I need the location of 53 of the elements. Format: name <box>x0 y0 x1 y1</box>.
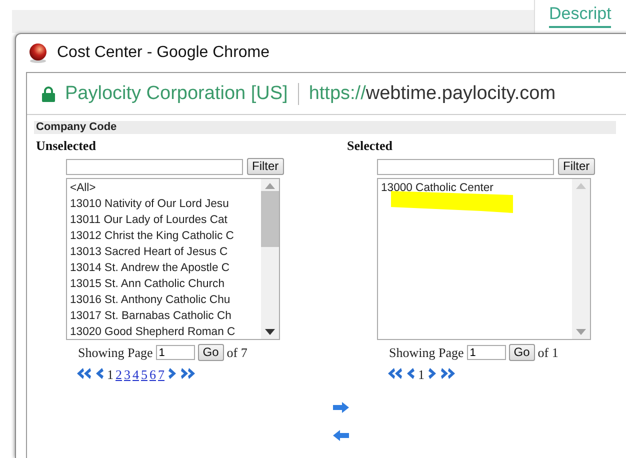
move-right-icon[interactable] <box>333 402 349 413</box>
page-link[interactable]: 1 <box>107 367 114 383</box>
page-count: of 1 <box>538 344 558 360</box>
list-option[interactable]: 13012 Christ the King Catholic C <box>70 228 234 244</box>
page-count: of 7 <box>226 344 248 360</box>
list-option[interactable]: 13020 Good Shepherd Roman C <box>70 324 236 339</box>
page-field[interactable]: 1 <box>466 345 506 360</box>
move-left-icon[interactable] <box>333 430 349 441</box>
last-page-icon[interactable] <box>180 368 196 378</box>
list-option[interactable]: 13014 St. Andrew the Apostle C <box>70 260 230 276</box>
filter-field[interactable] <box>66 158 243 174</box>
list-option[interactable]: <All> <box>70 180 96 196</box>
list-option[interactable]: 13011 Our Lady of Lourdes Cat <box>70 212 228 228</box>
go-button[interactable]: Go <box>508 344 535 361</box>
next-page-icon[interactable] <box>428 368 438 378</box>
url-text: https://webtime.paylocity.com <box>308 82 556 104</box>
page-link[interactable]: 4 <box>132 367 139 383</box>
section-title: Company Code <box>34 121 616 134</box>
first-page-icon[interactable] <box>76 368 91 378</box>
list-option[interactable]: 13010 Nativity of Our Lord Jesu <box>70 196 229 212</box>
filter-button[interactable]: Filter <box>247 158 284 175</box>
ball-icon <box>27 42 49 64</box>
list-option[interactable]: 13013 Sacred Heart of Jesus C <box>70 244 228 260</box>
scroll-down-icon[interactable] <box>265 329 275 335</box>
scrollbar[interactable] <box>261 179 279 339</box>
list-option[interactable]: 13016 St. Anthony Catholic Chu <box>70 292 230 308</box>
filter-field[interactable] <box>377 158 554 174</box>
page-link[interactable]: 1 <box>418 367 424 383</box>
page-label: Showing Page <box>389 344 464 360</box>
next-page-icon[interactable] <box>168 368 178 378</box>
page-link[interactable]: 3 <box>124 367 130 383</box>
list-option[interactable]: 13017 St. Barnabas Catholic Ch <box>70 308 232 324</box>
last-page-icon[interactable] <box>440 368 456 378</box>
window-title: Cost Center - Google Chrome <box>57 44 270 62</box>
lock-icon <box>42 86 55 102</box>
page-link[interactable]: 6 <box>150 367 156 383</box>
list-heading: Unselected <box>36 138 96 154</box>
first-page-icon[interactable] <box>387 368 402 378</box>
list-box[interactable]: 13000 Catholic Center <box>377 178 591 340</box>
list-option[interactable]: 13015 St. Ann Catholic Church <box>70 276 224 292</box>
filter-button[interactable]: Filter <box>558 158 595 175</box>
list-heading: Selected <box>347 138 392 154</box>
page-label: Showing Page <box>78 344 153 360</box>
site-name: Paylocity Corporation [US] <box>65 82 288 104</box>
previous-page-icon[interactable] <box>405 368 415 378</box>
page-field[interactable]: 1 <box>156 345 195 360</box>
page-link[interactable]: 5 <box>141 367 148 383</box>
page-link[interactable]: 7 <box>158 367 164 383</box>
list-option[interactable]: 13000 Catholic Center <box>381 180 494 196</box>
go-button[interactable]: Go <box>198 344 224 361</box>
list-box[interactable] <box>66 178 280 340</box>
previous-page-icon[interactable] <box>94 368 104 378</box>
page-link[interactable]: 2 <box>116 367 122 383</box>
